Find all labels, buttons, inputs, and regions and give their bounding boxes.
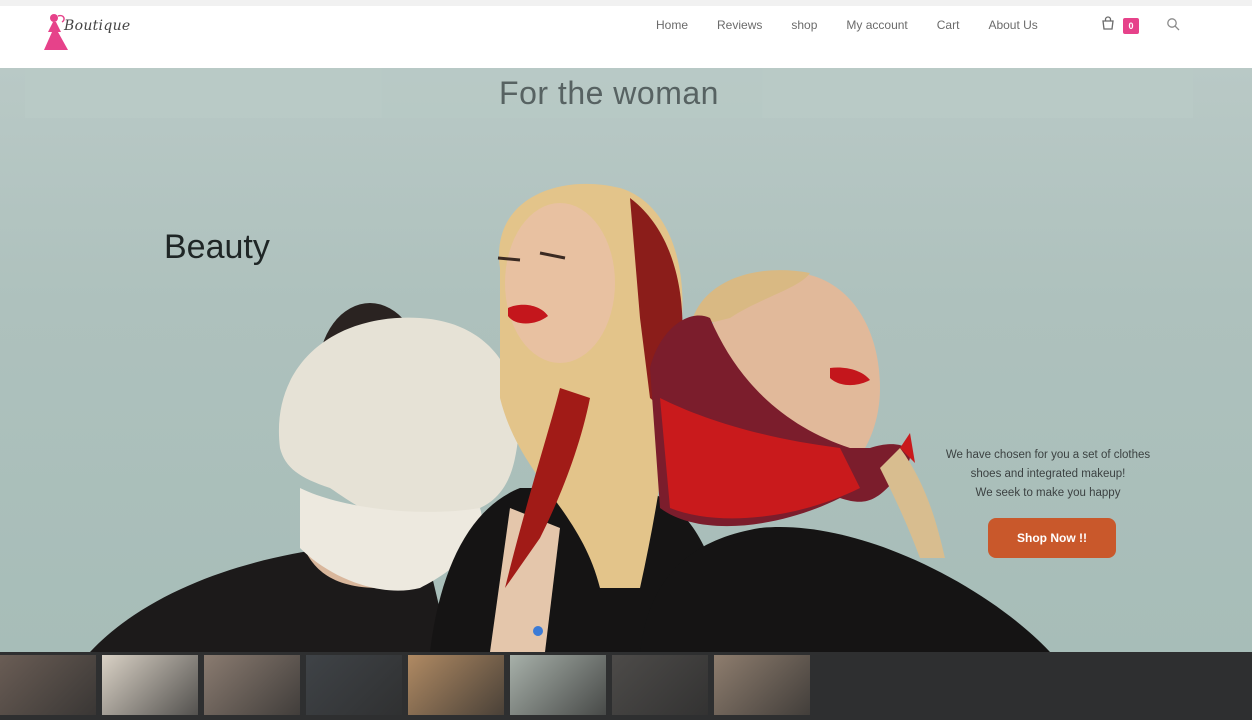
banner-title: For the woman: [499, 74, 719, 111]
thumb-6[interactable]: [510, 655, 606, 715]
thumb-8[interactable]: [714, 655, 810, 715]
logo[interactable]: Boutique: [40, 10, 132, 54]
nav-cart[interactable]: Cart: [937, 18, 960, 32]
tagline-line-2: shoes and integrated makeup!: [970, 468, 1126, 480]
cart-button[interactable]: 0: [1101, 16, 1141, 38]
tagline-line-3: We seek to make you happy: [975, 487, 1121, 499]
logo-text: Boutique: [64, 18, 131, 34]
site-header: Boutique Home Reviews shop My account Ca…: [0, 0, 1252, 68]
nav-about-us[interactable]: About Us: [988, 18, 1037, 32]
thumb-4[interactable]: [306, 655, 402, 715]
cart-count-badge: 0: [1123, 18, 1139, 34]
main-nav: Home Reviews shop My account Cart About …: [656, 12, 1038, 38]
nav-shop[interactable]: shop: [791, 18, 817, 32]
shop-now-button[interactable]: Shop Now !!: [988, 518, 1116, 558]
nav-my-account[interactable]: My account: [846, 18, 907, 32]
hero-image: [90, 183, 1050, 652]
tagline-line-1: We have chosen for you a set of clothes: [945, 449, 1151, 461]
hero-slider: For the woman Beauty We have chosen for …: [0, 68, 1252, 652]
shopping-bag-icon: [1102, 16, 1114, 30]
search-icon[interactable]: [1166, 17, 1180, 31]
hero-tagline: We have chosen for you a set of clothes …: [918, 446, 1178, 503]
thumb-7[interactable]: [612, 655, 708, 715]
slider-dot-active[interactable]: [533, 626, 543, 636]
nav-reviews[interactable]: Reviews: [717, 18, 762, 32]
thumb-1[interactable]: [0, 655, 96, 715]
thumbnail-strip: [0, 652, 1252, 720]
thumb-2[interactable]: [102, 655, 198, 715]
nav-home[interactable]: Home: [656, 18, 688, 32]
thumb-5[interactable]: [408, 655, 504, 715]
thumb-3[interactable]: [204, 655, 300, 715]
hero-banner: For the woman: [25, 68, 1193, 118]
hero-heading: Beauty: [164, 228, 270, 266]
